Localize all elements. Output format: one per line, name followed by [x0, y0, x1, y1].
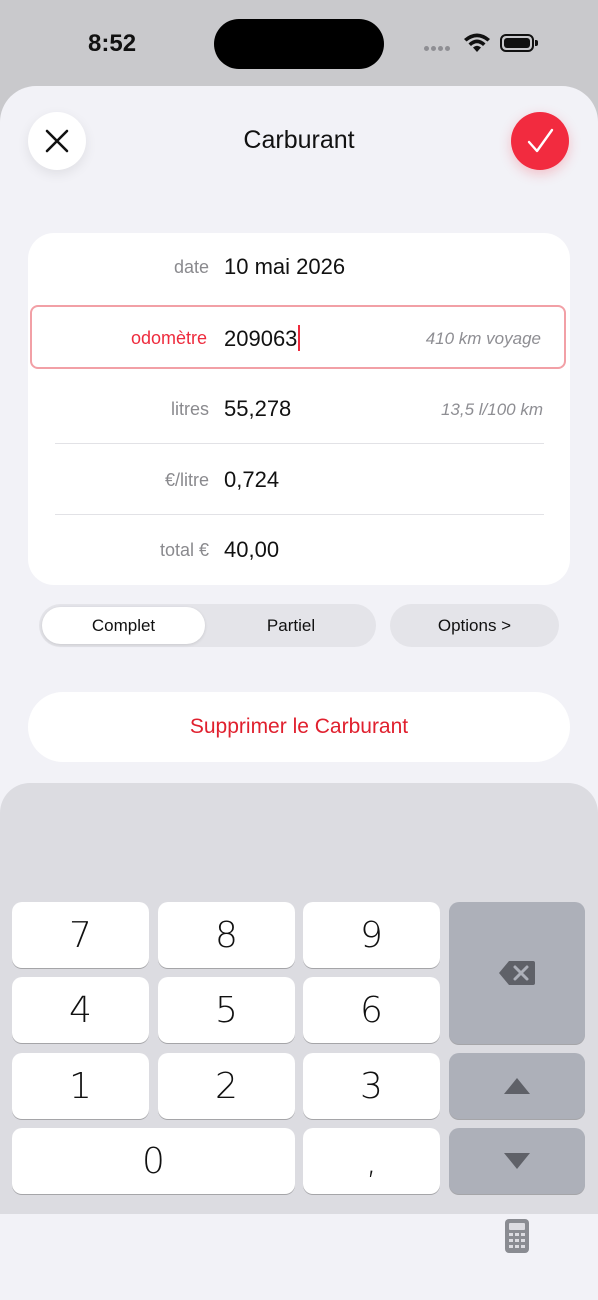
- date-row[interactable]: date 10 mai 2026: [28, 233, 570, 303]
- key-3[interactable]: 3: [303, 1053, 440, 1119]
- price-per-litre-label: €/litre: [164, 470, 209, 490]
- date-label: date: [173, 257, 209, 277]
- odometer-value: 209063: [224, 326, 298, 351]
- total-label: total €: [159, 540, 209, 560]
- key-6[interactable]: 6: [303, 977, 440, 1043]
- segment-partiel[interactable]: Partiel: [209, 607, 373, 644]
- divider: [55, 514, 544, 515]
- calculator-icon[interactable]: [504, 1218, 530, 1254]
- battery-icon: [500, 34, 538, 52]
- price-per-litre-row[interactable]: €/litre 0,724: [28, 446, 570, 516]
- litres-field[interactable]: 55,278: [224, 396, 291, 422]
- status-time: 8:52: [88, 30, 137, 57]
- key-1[interactable]: 1: [12, 1053, 149, 1119]
- arrow-up-icon: [504, 1078, 530, 1094]
- total-row[interactable]: total € 40,00: [28, 516, 570, 586]
- wifi-icon: [464, 33, 490, 52]
- key-0[interactable]: 0: [12, 1128, 295, 1194]
- cellular-signal-icon: [424, 40, 456, 52]
- fuel-form-card: date 10 mai 2026 odomètre 209063 410 km …: [28, 233, 570, 585]
- numeric-keypad: 7 8 9 4 5 6 1 2 3 0 ,: [0, 783, 598, 1214]
- odometer-label: odomètre: [130, 328, 207, 348]
- trip-distance-hint: 410 km voyage: [425, 329, 541, 348]
- confirm-button[interactable]: [511, 112, 569, 170]
- divider: [55, 443, 544, 444]
- key-4[interactable]: 4: [12, 977, 149, 1043]
- key-2[interactable]: 2: [158, 1053, 295, 1119]
- dynamic-island: [214, 19, 384, 69]
- page-title: Carburant: [243, 126, 355, 154]
- backspace-key[interactable]: [449, 902, 585, 1044]
- key-9[interactable]: 9: [303, 902, 440, 968]
- key-7[interactable]: 7: [12, 902, 149, 968]
- arrow-up-key[interactable]: [449, 1053, 585, 1119]
- key-5[interactable]: 5: [158, 977, 295, 1043]
- key-8[interactable]: 8: [158, 902, 295, 968]
- arrow-down-key[interactable]: [449, 1128, 585, 1194]
- consumption-hint: 13,5 l/100 km: [440, 400, 543, 419]
- total-field[interactable]: 40,00: [224, 537, 279, 563]
- odometer-field[interactable]: 209063: [224, 325, 301, 352]
- date-value[interactable]: 10 mai 2026: [224, 254, 345, 280]
- litres-row[interactable]: litres 55,278 13,5 l/100 km: [28, 375, 570, 445]
- fill-type-segmented-control: Complet Partiel: [39, 604, 376, 647]
- price-per-litre-field[interactable]: 0,724: [224, 467, 279, 493]
- backspace-icon: [499, 961, 535, 985]
- litres-label: litres: [170, 399, 209, 419]
- delete-fuel-button[interactable]: Supprimer le Carburant: [28, 692, 570, 762]
- checkmark-icon: [527, 128, 554, 153]
- options-button[interactable]: Options >: [390, 604, 559, 647]
- text-cursor: [298, 325, 301, 351]
- key-comma[interactable]: ,: [303, 1128, 440, 1194]
- segment-complet[interactable]: Complet: [42, 607, 205, 644]
- odometer-row[interactable]: odomètre 209063 410 km voyage: [30, 305, 566, 369]
- arrow-down-icon: [504, 1153, 530, 1169]
